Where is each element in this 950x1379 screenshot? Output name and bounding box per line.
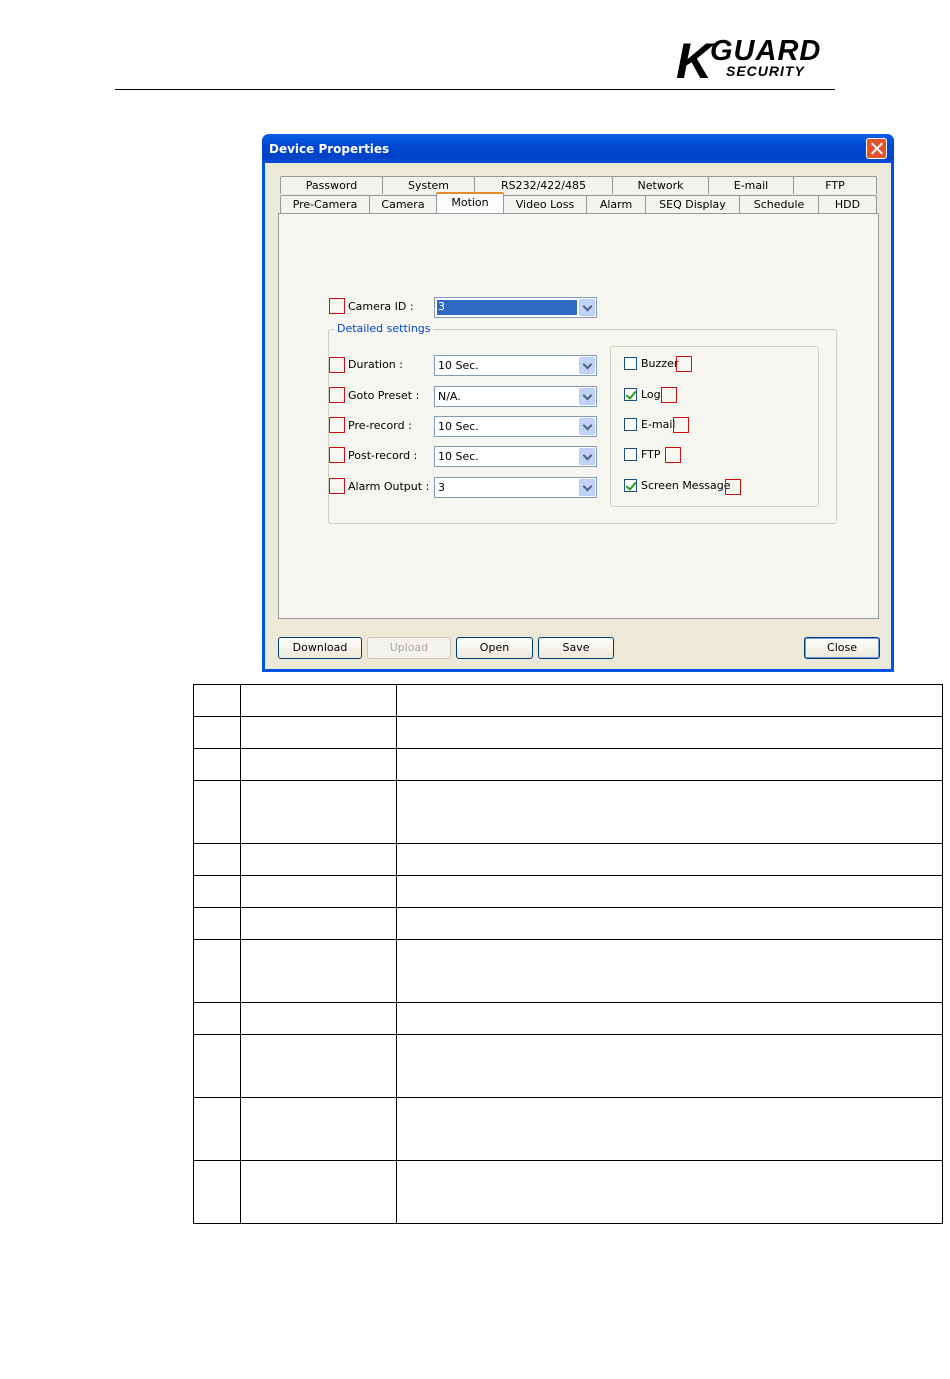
- motion-tab-panel: Camera ID : 3 Detailed settings Duration…: [278, 213, 879, 619]
- pre-record-select[interactable]: 10 Sec.: [434, 416, 597, 437]
- table-row: [193, 1160, 943, 1224]
- table-row: [193, 716, 943, 749]
- chevron-down-icon[interactable]: [579, 299, 595, 316]
- tab-pre-camera[interactable]: Pre-Camera: [280, 195, 370, 213]
- device-properties-window: Device Properties Password System RS232/…: [262, 134, 894, 672]
- alarm-output-select[interactable]: 3: [434, 477, 597, 498]
- tab-ftp[interactable]: FTP: [793, 176, 877, 194]
- table-row: [193, 780, 943, 844]
- log-label: Log: [641, 388, 661, 401]
- tab-schedule[interactable]: Schedule: [739, 195, 819, 213]
- camera-id-label: Camera ID :: [348, 300, 414, 313]
- window-title: Device Properties: [269, 142, 390, 156]
- table-row: [193, 843, 943, 876]
- upload-button[interactable]: Upload: [367, 637, 451, 659]
- table-row: [193, 748, 943, 781]
- ftp-label: FTP: [641, 448, 661, 461]
- goto-preset-label: Goto Preset :: [348, 389, 420, 402]
- download-button[interactable]: Download: [278, 637, 362, 659]
- annotation-marker: [329, 357, 345, 373]
- chevron-down-icon[interactable]: [579, 479, 595, 496]
- alarm-output-label: Alarm Output :: [348, 480, 430, 493]
- table-row: [193, 1097, 943, 1161]
- screen-message-label: Screen Message: [641, 479, 731, 492]
- tab-motion[interactable]: Motion: [436, 192, 504, 213]
- annotation-marker: [329, 447, 345, 463]
- buzzer-checkbox[interactable]: [624, 357, 637, 370]
- annotation-marker: [725, 479, 741, 495]
- tab-network[interactable]: Network: [612, 176, 709, 194]
- close-icon[interactable]: [866, 138, 887, 159]
- kguard-security-logo: K GUARD SECURITY: [676, 33, 822, 89]
- table-row: [193, 875, 943, 908]
- duration-label: Duration :: [348, 358, 403, 371]
- annotation-marker: [676, 356, 692, 372]
- annotation-marker: [329, 478, 345, 494]
- detailed-settings-label: Detailed settings: [335, 322, 433, 335]
- annotation-marker: [665, 447, 681, 463]
- pre-record-label: Pre-record :: [348, 419, 412, 432]
- open-button[interactable]: Open: [456, 637, 533, 659]
- table-row: [193, 1034, 943, 1098]
- tab-video-loss[interactable]: Video Loss: [503, 195, 587, 213]
- save-button[interactable]: Save: [538, 637, 614, 659]
- annotation-marker: [661, 387, 677, 403]
- goto-preset-select[interactable]: N/A.: [434, 386, 597, 407]
- log-checkbox[interactable]: [624, 388, 637, 401]
- tab-alarm[interactable]: Alarm: [586, 195, 646, 213]
- tab-password[interactable]: Password: [280, 176, 383, 194]
- post-record-label: Post-record :: [348, 449, 418, 462]
- title-bar[interactable]: Device Properties: [262, 134, 894, 163]
- dialog-client-area: Password System RS232/422/485 Network E-…: [265, 163, 891, 669]
- table-row: [193, 907, 943, 940]
- annotation-marker: [673, 417, 689, 433]
- chevron-down-icon[interactable]: [579, 357, 595, 374]
- annotation-marker: [329, 387, 345, 403]
- tab-email[interactable]: E-mail: [708, 176, 794, 194]
- table-row: [193, 939, 943, 1003]
- ftp-checkbox[interactable]: [624, 448, 637, 461]
- chevron-down-icon[interactable]: [579, 448, 595, 465]
- duration-select[interactable]: 10 Sec.: [434, 355, 597, 376]
- table-row: [193, 1002, 943, 1035]
- annotation-marker: [329, 417, 345, 433]
- tab-seq-display[interactable]: SEQ Display: [645, 195, 740, 213]
- chevron-down-icon[interactable]: [579, 388, 595, 405]
- annotation-marker: [329, 298, 345, 314]
- buzzer-label: Buzzer: [641, 357, 679, 370]
- camera-id-select[interactable]: 3: [434, 297, 597, 318]
- email-label: E-mail: [641, 418, 676, 431]
- email-checkbox[interactable]: [624, 418, 637, 431]
- header-rule: [115, 89, 835, 90]
- description-table: [193, 684, 943, 1224]
- close-button[interactable]: Close: [804, 637, 880, 659]
- screen-message-checkbox[interactable]: [624, 479, 637, 492]
- tab-camera[interactable]: Camera: [369, 195, 437, 213]
- tab-hdd[interactable]: HDD: [818, 195, 877, 213]
- table-row: [193, 684, 943, 717]
- chevron-down-icon[interactable]: [579, 418, 595, 435]
- post-record-select[interactable]: 10 Sec.: [434, 446, 597, 467]
